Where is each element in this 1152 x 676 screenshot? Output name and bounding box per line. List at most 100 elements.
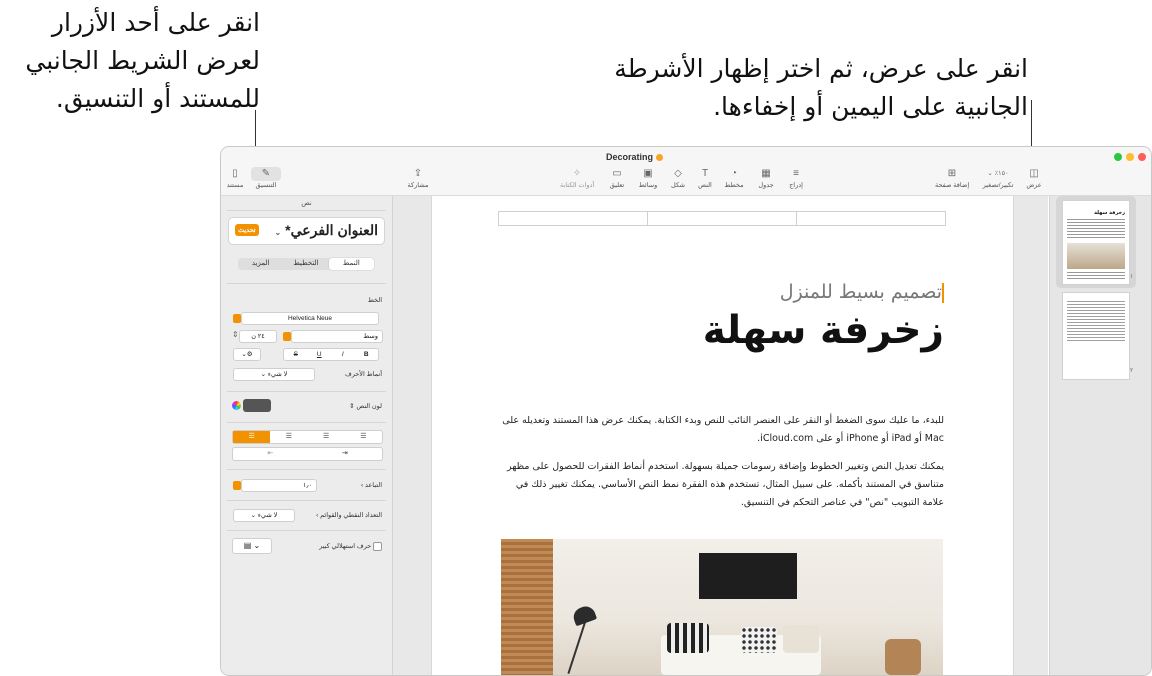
update-style-button[interactable]: تحديث xyxy=(235,224,259,236)
striped-pillow xyxy=(667,623,709,653)
zoom-value: ٪١٥٠ xyxy=(994,170,1009,177)
chevron-down-icon: ⌄ xyxy=(260,371,267,378)
callout-line-1: انقر على عرض، ثم اختر إظهار الأشرطة xyxy=(614,54,1028,83)
char-styles-label: أنماط الأحرف xyxy=(344,371,382,378)
page-subtitle[interactable]: تصميم بسيط للمنزل xyxy=(780,281,944,303)
justify-icon[interactable]: ☰ xyxy=(345,431,382,443)
divider xyxy=(227,530,386,531)
zoom-popup[interactable]: ⌄ ٪١٥٠ xyxy=(978,167,1018,181)
writing-tools-button[interactable]: ✧ أدوات الكتابة xyxy=(560,167,594,190)
text-color-well[interactable] xyxy=(243,399,271,412)
minimize-button[interactable] xyxy=(1126,153,1134,161)
zoom-control[interactable]: ⌄ ٪١٥٠ تكبير/تصغير xyxy=(978,167,1018,190)
align-right-icon[interactable]: ☰ xyxy=(233,431,271,443)
align-left-icon[interactable]: ☰ xyxy=(308,431,345,443)
living-room-photo[interactable] xyxy=(501,539,943,675)
dropcap-checkbox[interactable] xyxy=(373,542,382,551)
bold-button[interactable]: B xyxy=(355,349,379,360)
wicker-basket xyxy=(885,639,921,675)
bullets-value: لا شيء xyxy=(257,512,278,519)
share-button[interactable]: ⇪ مشاركة xyxy=(401,167,435,190)
body-paragraph-1[interactable]: للبدء، ما عليك سوى الضغط أو النقر على ال… xyxy=(500,412,944,448)
chevron-down-icon: ⌄ xyxy=(250,512,257,519)
strikethrough-button[interactable]: S xyxy=(284,349,308,360)
view-button[interactable]: ◫ عرض xyxy=(1017,167,1051,190)
font-weight-stepper[interactable] xyxy=(283,332,291,341)
document-page[interactable]: تصميم بسيط للمنزل زخرفة سهلة للبدء، ما ع… xyxy=(431,196,1014,675)
body-paragraph-2[interactable]: يمكنك تعديل النص وتغيير الخطوط وإضافة رس… xyxy=(500,458,944,512)
document-label: مستند xyxy=(226,182,244,189)
callout-line-3: للمستند أو التنسيق. xyxy=(55,84,260,113)
callout-sidebar-buttons: انقر على أحد الأزرار لعرض الشريط الجانبي… xyxy=(0,4,260,118)
close-button[interactable] xyxy=(1114,153,1122,161)
add-page-button[interactable]: ⊞ إضافة صفحة xyxy=(935,167,969,190)
view-label: عرض xyxy=(1026,182,1042,189)
page-thumbnail-1[interactable]: زخرفة سهلة xyxy=(1062,200,1130,285)
callout-view-menu: انقر على عرض، ثم اختر إظهار الأشرطة الجا… xyxy=(600,50,1028,126)
font-family-popup[interactable]: Helvetica Neue xyxy=(241,312,379,325)
increase-indent-icon[interactable]: ⇥ xyxy=(308,448,383,460)
decrease-indent-icon[interactable]: ⇤ xyxy=(233,448,308,460)
divider xyxy=(227,391,386,392)
spacing-stepper[interactable] xyxy=(233,481,241,490)
color-wheel-icon[interactable] xyxy=(232,401,241,410)
table-button[interactable]: ▦ جدول xyxy=(749,167,783,190)
text-style-buttons: B I U S xyxy=(283,348,379,361)
font-section-label: الخط xyxy=(367,297,382,304)
header-cell[interactable] xyxy=(796,212,945,225)
tab-more[interactable]: المزيد xyxy=(238,258,283,270)
dropcap-style-popup[interactable]: ⌄ ▤ xyxy=(232,538,272,554)
header-cell[interactable] xyxy=(647,212,796,225)
char-styles-popup[interactable]: لا شيء ⌄ xyxy=(233,368,315,381)
insert-icon: ≡ xyxy=(793,168,799,179)
tab-style[interactable]: النمط xyxy=(328,258,374,270)
dropcap-row: حرف استهلالي كبير xyxy=(319,542,382,551)
spacing-label: التباعد xyxy=(365,482,382,489)
document-name: Decorating xyxy=(606,152,654,162)
floor-lamp xyxy=(567,620,587,674)
media-button[interactable]: ▣ وسائط xyxy=(631,167,665,190)
font-size-field[interactable]: ٢٤ ن xyxy=(239,330,277,343)
header-cell[interactable] xyxy=(499,212,647,225)
underline-button[interactable]: U xyxy=(308,349,332,360)
chevron-right-icon: › xyxy=(361,482,364,489)
italic-button[interactable]: I xyxy=(331,349,355,360)
tab-layout[interactable]: التخطيط xyxy=(283,258,328,270)
font-weight-popup[interactable]: وسط xyxy=(291,330,383,343)
text-options-gear-icon[interactable]: ⚙⌄ xyxy=(233,348,261,361)
thumb-photo xyxy=(1067,243,1125,269)
align-center-icon[interactable]: ☰ xyxy=(270,431,307,443)
document-icon: ▯ xyxy=(232,168,238,179)
share-label: مشاركة xyxy=(407,182,429,189)
thumbnail-number-2: ٢ xyxy=(1130,367,1134,374)
thumb-title: زخرفة سهلة xyxy=(1094,210,1125,216)
table-icon: ▦ xyxy=(761,168,771,179)
edited-indicator xyxy=(656,154,664,162)
bullets-popup[interactable]: لا شيء ⌄ xyxy=(233,509,295,522)
chart-icon: ◔ xyxy=(730,168,738,179)
bullets-label: التعداد النقطي والقوائم xyxy=(320,512,382,519)
page-title[interactable]: زخرفة سهلة xyxy=(703,308,944,353)
text-cursor xyxy=(942,282,944,303)
chart-button[interactable]: ◔ مخطط xyxy=(717,167,751,190)
zoom-window-button[interactable] xyxy=(1138,153,1146,161)
spacing-row[interactable]: التباعد › xyxy=(361,481,382,489)
spacing-field[interactable]: ١٫٠ xyxy=(241,479,317,492)
header-placeholder[interactable] xyxy=(498,211,946,226)
insert-label: إدراج xyxy=(789,182,803,189)
divider xyxy=(227,422,386,423)
comment-button[interactable]: ▭ تعليق xyxy=(600,167,634,190)
text-tabs: النمط التخطيط المزيد xyxy=(238,258,374,270)
bullets-row[interactable]: التعداد النقطي والقوائم › xyxy=(316,511,382,519)
writing-tools-label: أدوات الكتابة xyxy=(560,182,595,189)
chevron-right-icon: › xyxy=(316,512,319,519)
insert-button[interactable]: ≡ إدراج xyxy=(779,167,813,190)
document-button[interactable]: ▯ مستند xyxy=(221,167,252,190)
alignment-buttons: ☰ ☰ ☰ ☰ xyxy=(232,430,383,444)
format-button[interactable]: ✎ التنسيق xyxy=(249,167,283,190)
font-size-stepper[interactable]: ⇕ xyxy=(232,330,239,339)
divider xyxy=(227,210,386,211)
paragraph-style-selector[interactable]: العنوان الفرعي* ⌄ تحديث xyxy=(228,217,385,245)
page-thumbnail-2[interactable] xyxy=(1062,292,1130,380)
font-family-stepper[interactable] xyxy=(233,314,241,323)
